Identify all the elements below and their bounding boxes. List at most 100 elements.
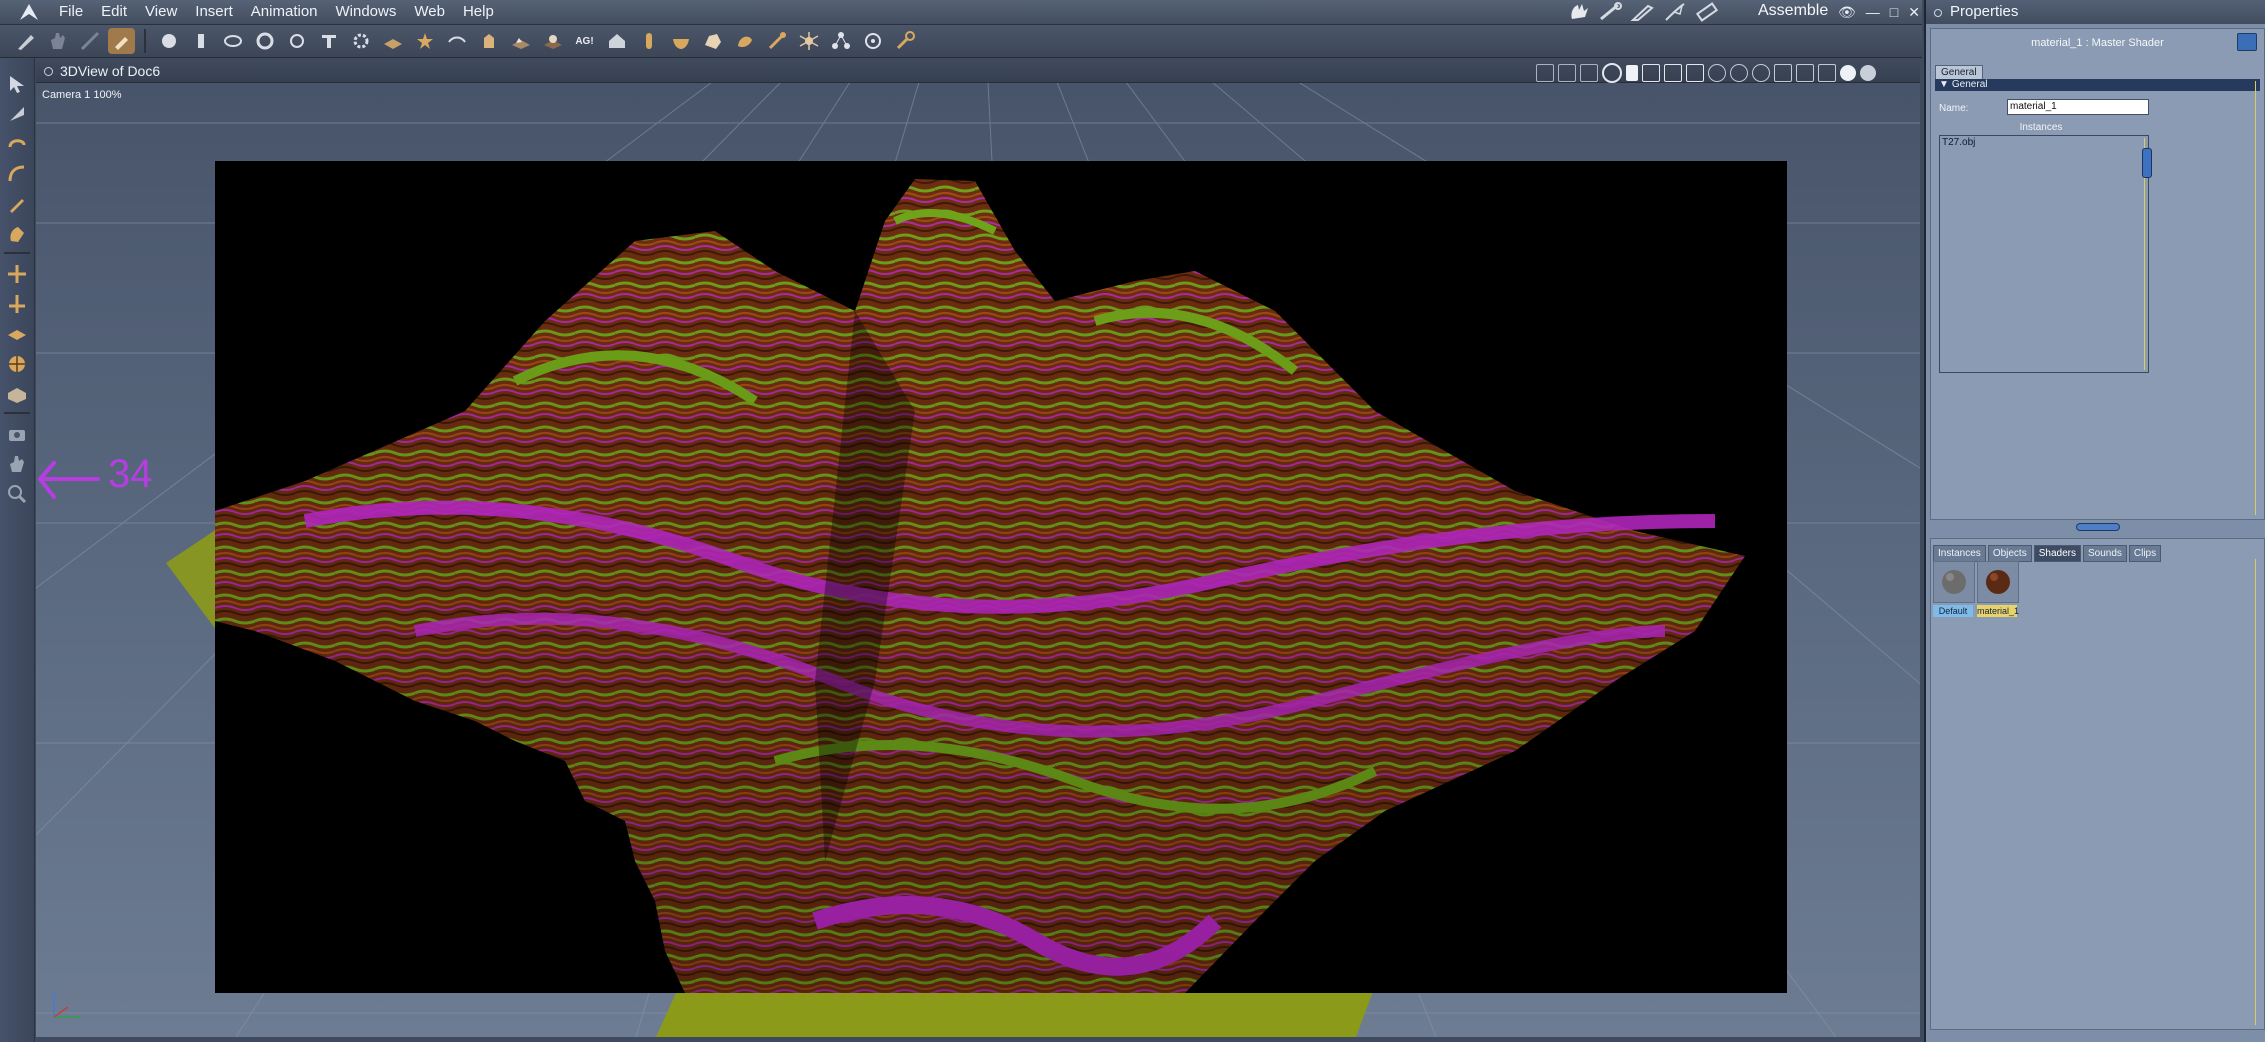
hand-icon[interactable] — [44, 28, 71, 54]
bezier-tool-icon[interactable] — [219, 28, 246, 54]
menu-insert[interactable]: Insert — [186, 0, 242, 24]
extrude-icon[interactable] — [475, 28, 502, 54]
network-view-icon[interactable] — [1580, 64, 1598, 82]
trackball-icon[interactable] — [5, 352, 29, 376]
terrain-icon[interactable] — [507, 28, 534, 54]
ring-view-icon[interactable] — [1602, 63, 1622, 83]
cylinder-icon[interactable] — [187, 28, 214, 54]
3d-viewport[interactable]: Camera 1 100% — [36, 83, 1920, 1037]
editor-scrollbar[interactable] — [2255, 81, 2260, 515]
menu-windows[interactable]: Windows — [327, 0, 406, 24]
tab-clips[interactable]: Clips — [2128, 545, 2162, 562]
tab-general[interactable]: General — [1935, 65, 1983, 79]
menu-animation[interactable]: Animation — [242, 0, 327, 24]
column-icon[interactable] — [635, 28, 662, 54]
ag-label-icon[interactable]: AG! — [571, 28, 598, 54]
menu-help[interactable]: Help — [454, 0, 503, 24]
name-field[interactable]: material_1 — [2007, 99, 2149, 115]
ring-icon[interactable] — [283, 28, 310, 54]
ground-icon[interactable] — [5, 382, 29, 406]
text-3d-icon[interactable] — [315, 28, 342, 54]
section-general[interactable]: ▼ General — [1935, 79, 2260, 91]
name-label: Name: — [1939, 103, 1969, 114]
target-icon[interactable] — [859, 28, 886, 54]
bend-icon[interactable] — [5, 162, 29, 186]
network-icon[interactable] — [827, 28, 854, 54]
pen-icon[interactable] — [5, 192, 29, 216]
library-scrollbar[interactable] — [2255, 559, 2260, 1025]
stamp-icon[interactable] — [731, 28, 758, 54]
star-icon[interactable] — [411, 28, 438, 54]
hammer-icon[interactable] — [108, 28, 135, 54]
zoom-icon[interactable] — [5, 482, 29, 506]
tab-shaders[interactable]: Shaders — [2033, 545, 2081, 562]
open-shader-button[interactable] — [2237, 33, 2257, 51]
stretch-icon[interactable] — [76, 28, 103, 54]
lock-icon[interactable] — [1536, 64, 1554, 82]
quad-view-icon[interactable] — [1686, 64, 1704, 82]
wrench-icon[interactable] — [891, 28, 918, 54]
lit-sphere-icon[interactable] — [1840, 65, 1856, 81]
list-item[interactable]: T27.obj — [1942, 137, 1975, 148]
menu-edit[interactable]: Edit — [92, 0, 136, 24]
paint-brush-icon[interactable] — [12, 28, 39, 54]
house-icon[interactable] — [603, 28, 630, 54]
gear-icon[interactable] — [347, 28, 374, 54]
tab-instances[interactable]: Instances — [1933, 545, 1986, 562]
bowl-icon[interactable] — [667, 28, 694, 54]
spider-icon[interactable] — [795, 28, 822, 54]
maximize-button[interactable]: □ — [1890, 4, 1898, 20]
panel-menu-icon[interactable] — [1934, 9, 1942, 17]
tab-sounds[interactable]: Sounds — [2082, 545, 2127, 562]
move-plane-icon[interactable] — [5, 322, 29, 346]
cube-view-icon[interactable] — [1818, 64, 1836, 82]
split-horizontal-icon[interactable] — [1642, 64, 1660, 82]
smooth-shading-icon[interactable] — [1752, 64, 1770, 82]
flat-shading-icon[interactable] — [1730, 64, 1748, 82]
pan-hand-icon[interactable] — [5, 452, 29, 476]
close-button[interactable]: ✕ — [1908, 4, 1920, 21]
sphere-icon[interactable] — [155, 28, 182, 54]
app-logo-icon[interactable] — [18, 2, 40, 22]
menu-items: File Edit View Insert Animation Windows … — [50, 0, 503, 24]
room-label[interactable]: Assemble — [1758, 0, 1828, 22]
torus-icon[interactable] — [251, 28, 278, 54]
lathe-icon[interactable] — [443, 28, 470, 54]
ruler-icon[interactable] — [1694, 2, 1720, 22]
shader-swatch-material-1[interactable]: material_1 — [1977, 561, 2019, 617]
grab-hand-icon[interactable] — [5, 222, 29, 246]
shader-swatch-default[interactable]: Default — [1933, 561, 1975, 617]
light-icon[interactable] — [1558, 64, 1576, 82]
glove-icon[interactable] — [1566, 2, 1592, 22]
split-vertical-icon[interactable] — [1664, 64, 1682, 82]
move-xyz-icon[interactable] — [5, 262, 29, 286]
dig-icon[interactable] — [763, 28, 790, 54]
rotate-arrow-icon[interactable] — [5, 102, 29, 126]
box-view-icon[interactable] — [1774, 64, 1792, 82]
rock-icon[interactable] — [699, 28, 726, 54]
twist-icon[interactable] — [5, 132, 29, 156]
plane-icon[interactable] — [379, 28, 406, 54]
splitter-handle[interactable] — [2076, 523, 2120, 531]
move-axis-icon[interactable] — [5, 292, 29, 316]
feather-icon[interactable] — [1662, 2, 1688, 22]
panel-splitter[interactable] — [1930, 522, 2263, 531]
menu-web[interactable]: Web — [405, 0, 454, 24]
select-arrow-icon[interactable] — [5, 72, 29, 96]
instances-scroll-thumb[interactable] — [2142, 148, 2152, 178]
brush-icon[interactable] — [1630, 2, 1656, 22]
single-view-icon[interactable] — [1626, 65, 1638, 81]
tree-icon[interactable] — [539, 28, 566, 54]
menu-view[interactable]: View — [136, 0, 186, 24]
instances-list[interactable]: T27.obj — [1939, 135, 2152, 373]
wireframe-icon[interactable] — [1708, 64, 1726, 82]
panel-menu-icon[interactable] — [44, 67, 53, 76]
minimize-button[interactable]: — — [1866, 4, 1880, 20]
visibility-icon[interactable]: 👁 — [1838, 4, 1856, 21]
wand-icon[interactable] — [1598, 2, 1624, 22]
render-sphere-icon[interactable] — [1860, 65, 1876, 81]
menu-file[interactable]: File — [50, 0, 92, 24]
camera-icon[interactable] — [5, 422, 29, 446]
texture-view-icon[interactable] — [1796, 64, 1814, 82]
tab-objects[interactable]: Objects — [1987, 545, 2032, 562]
